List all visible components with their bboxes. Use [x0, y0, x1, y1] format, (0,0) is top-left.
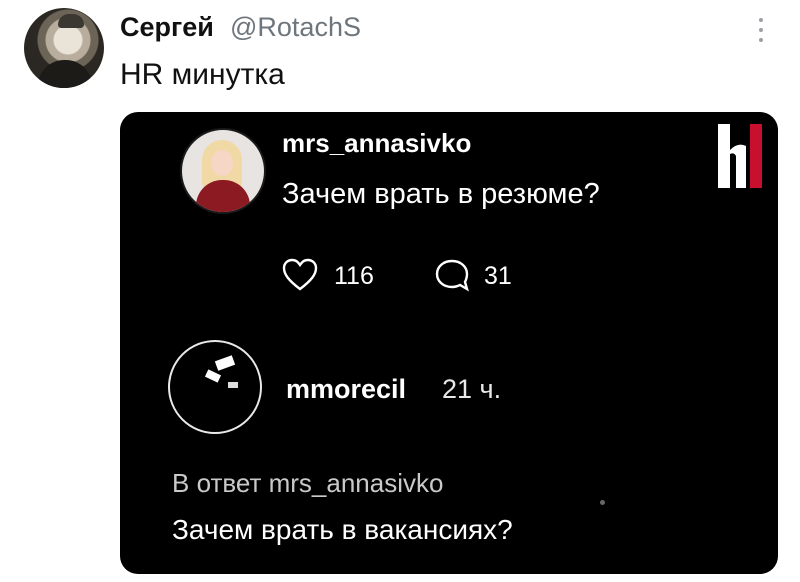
reply-text: Зачем врать в вакансиях?: [172, 514, 513, 545]
comments-count: 31: [484, 262, 512, 290]
avatar-cap-shape: [58, 14, 84, 28]
reply-time: 21 ч.: [442, 374, 502, 404]
author-avatar[interactable]: [24, 8, 104, 88]
reply-to-label: В ответ mrs_annasivko: [172, 468, 444, 498]
author-name[interactable]: Сергей: [120, 12, 214, 43]
likes-count: 116: [334, 262, 374, 290]
post-author-name: mrs_annasivko: [282, 128, 472, 158]
post-author-avatar: [180, 128, 266, 214]
hh-logo-icon: [718, 124, 762, 188]
author-handle[interactable]: @RotachS: [230, 12, 361, 43]
avatar-body-shape: [38, 60, 92, 88]
heart-icon: [282, 258, 318, 291]
reply-author-name: mmorecil: [286, 374, 407, 404]
more-vertical-icon[interactable]: [757, 18, 765, 52]
post-text: Зачем врать в резюме?: [282, 178, 600, 210]
reply-author-avatar: [168, 340, 262, 434]
decorative-dot: [600, 500, 605, 505]
tweet-media-image[interactable]: mrs_annasivko Зачем врать в резюме? h 11…: [120, 112, 778, 574]
tweet-text: HR минутка: [120, 58, 285, 91]
comment-bubble-icon: [435, 259, 469, 292]
